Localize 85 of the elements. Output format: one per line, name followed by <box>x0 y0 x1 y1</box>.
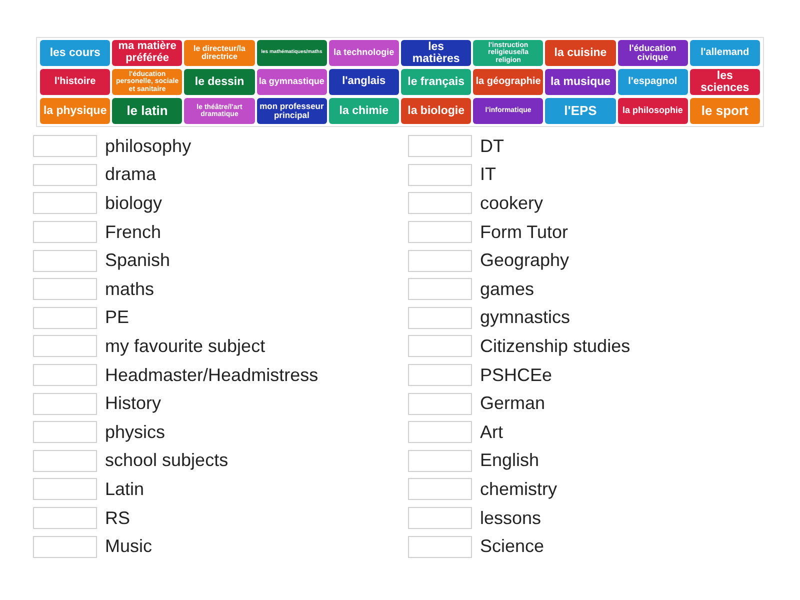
word-tile[interactable]: les sciences <box>690 69 760 95</box>
word-tile[interactable]: l'éducation civique <box>618 40 688 66</box>
prompt-text: physics <box>105 420 166 444</box>
answer-box[interactable] <box>408 478 472 500</box>
prompt-text: Latin <box>105 478 144 501</box>
answer-box[interactable] <box>408 450 472 472</box>
prompt-text: lessons <box>480 506 542 530</box>
word-tile[interactable]: le latin <box>112 98 182 124</box>
prompt-text: cookery <box>480 192 544 215</box>
word-tile[interactable]: le directeur/la directrice <box>184 40 255 66</box>
answer-box[interactable] <box>408 536 472 558</box>
word-tile[interactable]: l'anglais <box>328 69 399 95</box>
word-tile[interactable]: la chimie <box>328 98 399 124</box>
prompt-text: Citizenship studies <box>480 334 630 358</box>
prompt-text: Art <box>480 420 504 444</box>
answer-box[interactable] <box>408 392 472 415</box>
answer-box[interactable] <box>408 164 472 186</box>
prompt-text: Music <box>105 535 152 558</box>
prompt-text: French <box>105 220 162 244</box>
word-tile[interactable]: l'histoire <box>40 69 110 95</box>
answer-box[interactable] <box>33 221 97 244</box>
prompt-text: Geography <box>480 249 570 272</box>
prompt-text: school subjects <box>105 449 228 472</box>
answer-box[interactable] <box>33 335 97 358</box>
answer-box[interactable] <box>33 135 97 158</box>
answer-box[interactable] <box>408 335 472 358</box>
prompt-text: Science <box>480 535 544 558</box>
word-tile[interactable]: la cuisine <box>545 40 616 66</box>
prompt-text: Headmaster/Headmistress <box>105 364 318 387</box>
prompt-text: maths <box>105 278 154 301</box>
answer-box[interactable] <box>33 278 97 300</box>
prompt-text: Spanish <box>105 249 170 272</box>
prompt-text: gymnastics <box>480 306 570 330</box>
prompt-text: Form Tutor <box>480 220 568 244</box>
prompt-text: drama <box>105 163 156 186</box>
word-tile[interactable]: les matières <box>400 40 472 66</box>
answer-box[interactable] <box>33 536 97 558</box>
prompt-text: German <box>480 392 546 416</box>
answer-box[interactable] <box>408 278 472 300</box>
word-tile[interactable]: la gymnastique <box>256 69 327 95</box>
word-tile[interactable]: l'espagnol <box>618 69 688 95</box>
word-tile[interactable]: la physique <box>40 98 110 124</box>
word-tile[interactable]: ma matière préférée <box>112 40 182 66</box>
word-tile[interactable]: la biologie <box>400 98 472 124</box>
answer-box[interactable] <box>408 507 472 530</box>
answer-box[interactable] <box>408 421 472 444</box>
prompt-text: games <box>480 278 534 301</box>
answer-box[interactable] <box>408 306 472 329</box>
prompt-text: my favourite subject <box>105 334 266 358</box>
answer-box[interactable] <box>408 135 472 158</box>
answer-box[interactable] <box>408 250 472 272</box>
prompt-text: chemistry <box>480 478 558 501</box>
word-tile[interactable]: l'EPS <box>545 98 616 124</box>
prompt-text: IT <box>480 163 496 186</box>
prompt-text: PE <box>105 306 130 330</box>
word-tile[interactable]: l'allemand <box>690 40 760 66</box>
answer-box[interactable] <box>408 192 472 214</box>
answer-box[interactable] <box>33 306 97 329</box>
word-tile[interactable]: le dessin <box>184 69 255 95</box>
word-tile[interactable]: le français <box>400 69 472 95</box>
answer-box[interactable] <box>33 392 97 415</box>
prompt-text: English <box>480 449 540 472</box>
prompt-text: biology <box>105 192 162 215</box>
answer-box[interactable] <box>33 450 97 472</box>
prompt-text: DT <box>480 134 504 158</box>
word-tile[interactable]: le sport <box>690 98 760 124</box>
answer-box[interactable] <box>408 364 472 386</box>
answer-box[interactable] <box>33 250 97 272</box>
word-tile[interactable]: la technologie <box>328 40 399 66</box>
answer-box[interactable] <box>408 221 472 244</box>
answer-box[interactable] <box>33 478 97 500</box>
word-tile[interactable]: la musique <box>545 69 616 95</box>
prompt-text: RS <box>105 506 130 530</box>
prompt-text: PSHCEe <box>480 364 552 387</box>
answer-box[interactable] <box>33 421 97 444</box>
word-tile[interactable]: les cours <box>40 40 110 66</box>
answer-box[interactable] <box>33 164 97 186</box>
word-tile[interactable]: mon professeur principal <box>256 98 327 124</box>
answer-box[interactable] <box>33 364 97 386</box>
word-tile[interactable]: la géographie <box>473 69 544 95</box>
prompt-text: philosophy <box>105 134 192 158</box>
word-tile[interactable]: la philosophie <box>618 98 688 124</box>
prompt-text: History <box>105 392 162 416</box>
answer-box[interactable] <box>33 192 97 214</box>
answer-box[interactable] <box>33 507 97 530</box>
